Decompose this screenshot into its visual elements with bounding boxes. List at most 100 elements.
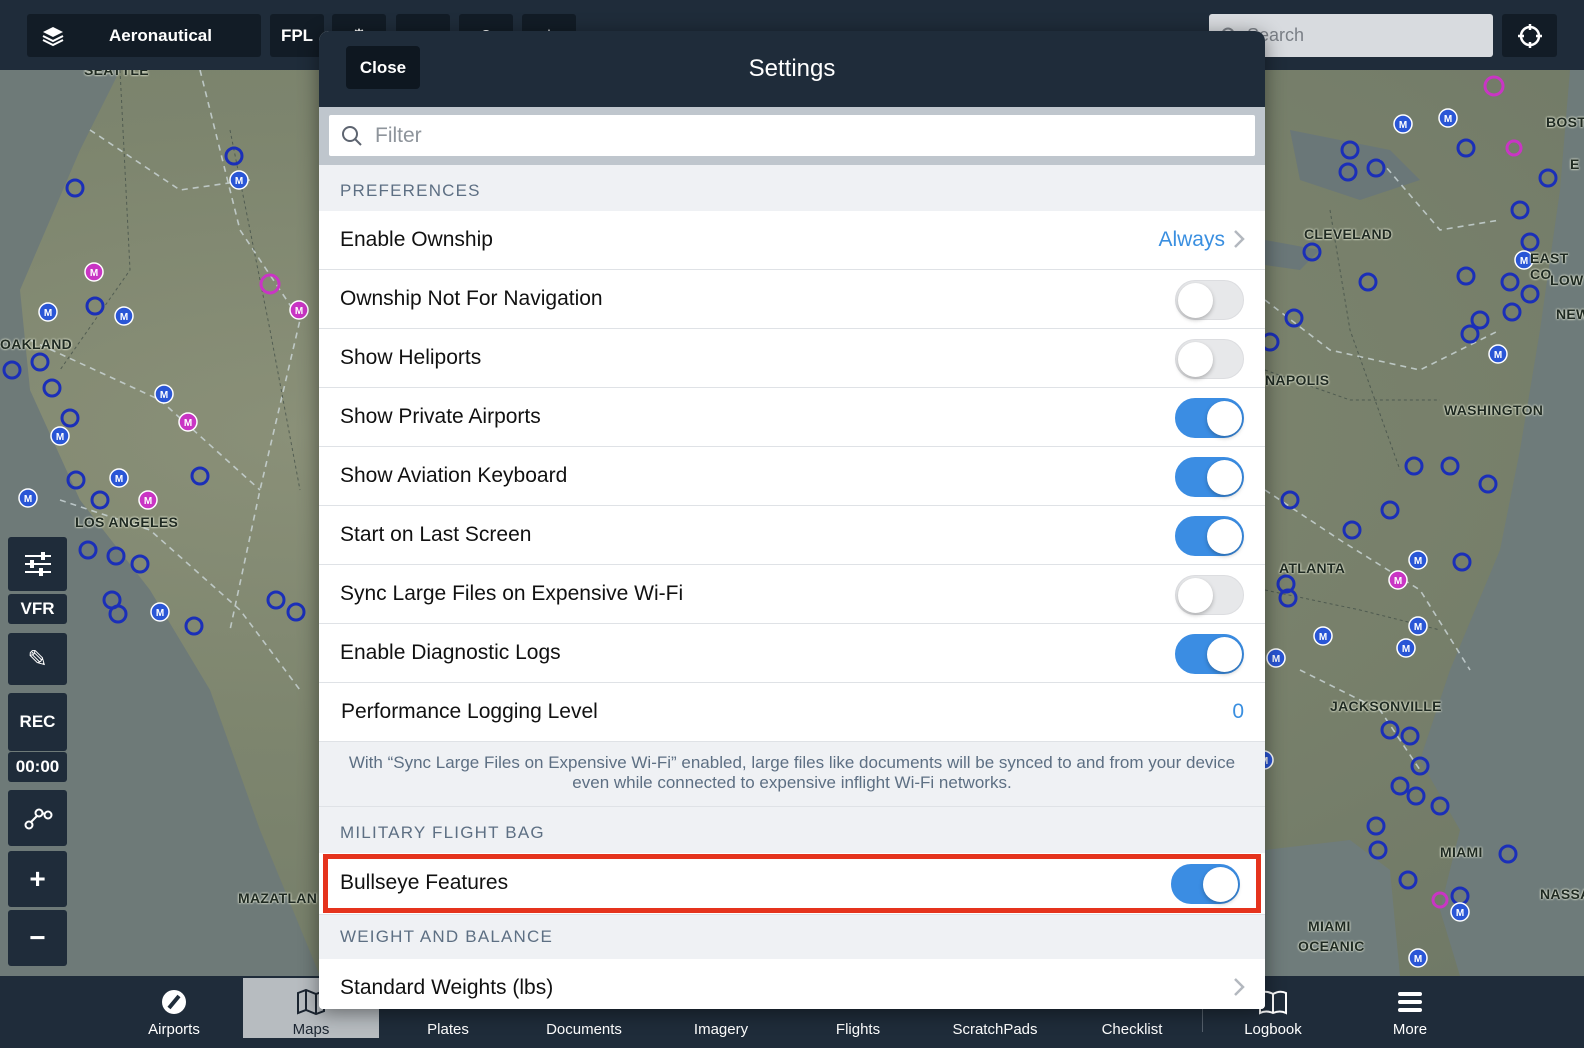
pencil-icon: ✎ [27, 645, 48, 673]
zoom-in-button[interactable]: + [8, 851, 67, 907]
svg-text:M: M [1444, 114, 1452, 125]
setting-label: Performance Logging Level [341, 700, 598, 723]
setting-label: Show Private Airports [340, 405, 541, 428]
svg-text:M: M [235, 176, 243, 187]
setting-label: Enable Ownship [340, 228, 493, 251]
map-label-oakland: OAKLAND [0, 336, 73, 352]
map-label-washington: WASHINGTON [1444, 402, 1544, 418]
tab-label: Imagery [693, 1021, 749, 1038]
section-header-weight-and-balance: WEIGHT AND BALANCE [319, 915, 1265, 959]
svg-text:M: M [144, 496, 152, 507]
svg-text:M: M [1402, 644, 1410, 655]
toggle-switch[interactable] [1175, 516, 1244, 556]
map-label-seattle: SEATTLE [84, 70, 149, 78]
tab-label: Airports [148, 1021, 200, 1038]
layers-button[interactable]: Aeronautical [27, 14, 261, 57]
tab-label: Logbook [1244, 1021, 1302, 1038]
tab-label: Maps [292, 1021, 330, 1038]
toggle-switch[interactable] [1175, 575, 1244, 615]
section-header-military-flight-bag: MILITARY FLIGHT BAG [319, 807, 1265, 853]
setting-label: Show Aviation Keyboard [340, 464, 568, 487]
center-location-button[interactable] [1502, 14, 1557, 57]
sync-footnote: With “Sync Large Files on Expensive Wi-F… [319, 742, 1265, 807]
svg-text:M: M [1520, 256, 1528, 267]
map-label-nassau: NASSA [1540, 886, 1584, 902]
layers-icon [41, 24, 65, 48]
map-label-cleveland: CLEVELAND [1304, 226, 1393, 242]
map-label-indianapolis: NAPOLIS [1265, 372, 1330, 388]
map-label-new: NEW [1556, 306, 1584, 322]
svg-text:M: M [44, 308, 52, 319]
setting-value: Always [1158, 228, 1225, 251]
filter-bar: Filter [319, 107, 1265, 165]
setting-label: Start on Last Screen [340, 523, 532, 546]
toggle-switch[interactable] [1175, 339, 1244, 379]
svg-text:M: M [90, 268, 98, 279]
svg-text:M: M [184, 418, 192, 429]
setting-value: 0 [1232, 700, 1244, 723]
svg-text:M: M [1319, 632, 1327, 643]
setting-row-start-on-last-screen: Start on Last Screen [319, 506, 1265, 565]
setting-row-performance-logging-level[interactable]: Performance Logging Level 0 [319, 683, 1265, 742]
section-header-preferences: PREFERENCES [319, 165, 1265, 211]
draw-button[interactable]: ✎ [8, 633, 67, 685]
tab-label: More [1392, 1021, 1428, 1038]
route-tool-button[interactable] [8, 790, 67, 846]
setting-row-standard-weights[interactable]: Standard Weights (lbs) [319, 959, 1265, 1009]
map-label-miami-oceanic-2: OCEANIC [1298, 938, 1365, 954]
tab-label: ScratchPads [952, 1021, 1038, 1038]
setting-row-sync-large-files: Sync Large Files on Expensive Wi-Fi [319, 565, 1265, 624]
map-label-miami-oceanic-1: MIAMI [1308, 918, 1351, 934]
setting-label: Sync Large Files on Expensive Wi-Fi [340, 582, 684, 605]
svg-text:M: M [156, 608, 164, 619]
svg-text:M: M [24, 494, 32, 505]
crosshair-icon [1517, 23, 1543, 49]
route-icon [23, 803, 53, 833]
svg-text:M: M [1456, 908, 1464, 919]
svg-text:M: M [1414, 954, 1422, 965]
svg-text:M: M [1414, 622, 1422, 633]
setting-row-enable-ownship[interactable]: Enable Ownship Always [319, 211, 1265, 270]
settings-modal: Close Settings Filter PREFERENCES Enable… [319, 31, 1265, 1009]
map-settings-button[interactable] [8, 537, 67, 591]
svg-text:M: M [120, 312, 128, 323]
vfr-chart-button[interactable]: VFR [8, 594, 67, 624]
toggle-switch[interactable] [1175, 457, 1244, 497]
map-label-e: E [1570, 156, 1580, 172]
toggle-switch[interactable] [1175, 634, 1244, 674]
chevron-right-icon [1233, 229, 1245, 249]
filter-placeholder: Filter [375, 123, 422, 147]
map-label-atlanta: ATLANTA [1279, 560, 1346, 576]
map-label-low: LOW [1550, 272, 1584, 288]
tab-more[interactable]: More [1342, 976, 1478, 1038]
svg-text:M: M [1272, 654, 1280, 665]
map-label-boston: BOST [1546, 114, 1584, 130]
svg-text:M: M [56, 432, 64, 443]
rec-label: REC [19, 712, 56, 731]
tab-airports[interactable]: Airports [106, 976, 242, 1038]
vfr-label: VFR [20, 599, 55, 618]
setting-label: Show Heliports [340, 346, 482, 369]
tab-label: Flights [835, 1021, 881, 1038]
zoom-out-button[interactable]: − [8, 910, 67, 966]
filter-input[interactable]: Filter [329, 115, 1255, 156]
plus-icon: + [29, 863, 46, 894]
setting-row-ownship-not-for-navigation: Ownship Not For Navigation [319, 270, 1265, 329]
search-icon [341, 125, 363, 147]
map-label-los-angeles: LOS ANGELES [75, 514, 179, 530]
layers-label: Aeronautical [109, 25, 212, 45]
record-timer: 00:00 [8, 752, 67, 782]
toggle-switch[interactable] [1171, 864, 1240, 904]
setting-row-show-private-airports: Show Private Airports [319, 388, 1265, 447]
minus-icon: − [29, 922, 46, 953]
setting-label: Enable Diagnostic Logs [340, 641, 561, 664]
sliders-icon [23, 549, 53, 579]
setting-label: Standard Weights (lbs) [340, 976, 554, 999]
svg-text:M: M [1414, 556, 1422, 567]
more-icon [1395, 987, 1425, 1017]
toggle-switch[interactable] [1175, 280, 1244, 320]
fpl-button[interactable]: FPL [270, 14, 324, 57]
airports-icon [159, 987, 189, 1017]
record-button[interactable]: REC [8, 693, 67, 751]
toggle-switch[interactable] [1175, 398, 1244, 438]
